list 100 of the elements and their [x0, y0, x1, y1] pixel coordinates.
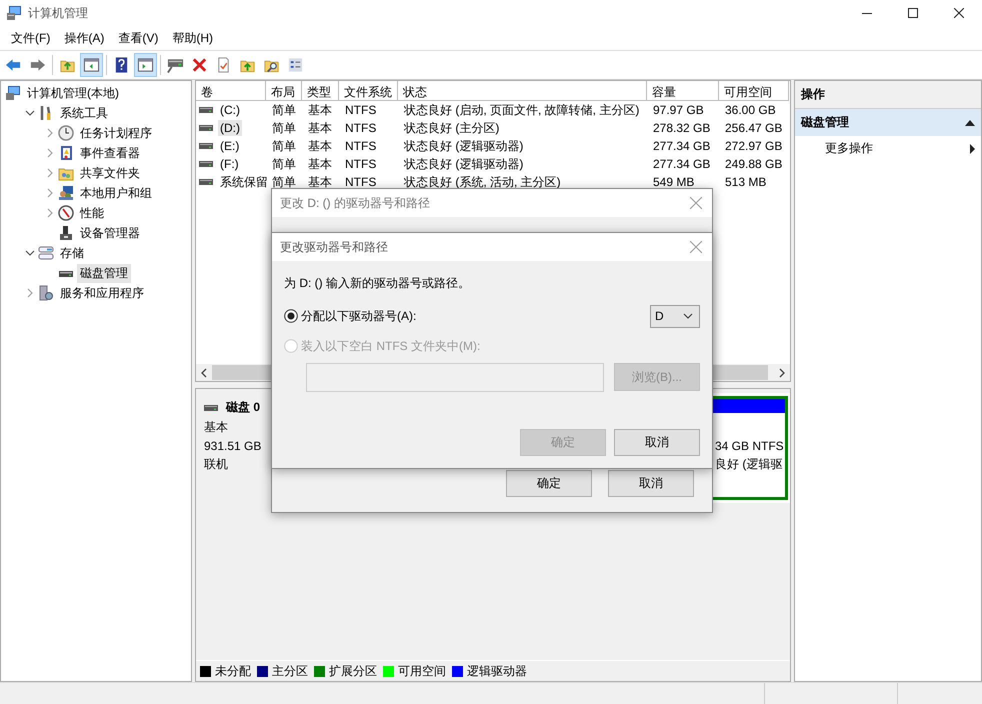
partition-text: 良好 (逻辑驱 [715, 456, 784, 473]
dialog-title: 更改驱动器号和路径 [280, 238, 388, 256]
tree-item[interactable]: 服务和应用程序 [1, 283, 191, 303]
submenu-arrow-icon [970, 144, 975, 154]
cancel-button[interactable]: 取消 [608, 470, 694, 497]
scroll-right-icon[interactable] [778, 368, 786, 378]
radio-option[interactable]: 分配以下驱动器号(A): [284, 308, 416, 324]
panel-button[interactable] [134, 53, 157, 77]
table-cell: 256.47 GB [725, 121, 782, 135]
menu-item[interactable]: 操作(A) [57, 28, 112, 48]
table-cell: 36.00 GB [725, 103, 776, 117]
table-cell: NTFS [345, 139, 376, 153]
chevron-down-icon [683, 313, 693, 319]
chevron-down-icon[interactable] [25, 108, 35, 118]
table-cell: 97.97 GB [653, 103, 704, 117]
panel-icon [137, 56, 154, 74]
table-cell: 基本 [308, 120, 332, 136]
ok-button[interactable]: 确定 [506, 470, 592, 497]
drive-letter-dropdown[interactable]: D [650, 304, 700, 328]
table-cell: 状态良好 (系统, 活动, 主分区) [404, 174, 561, 190]
table-cell: 278.32 GB [653, 121, 710, 135]
maximize-icon[interactable] [908, 8, 918, 18]
tree-item[interactable]: 本地用户和组 [1, 183, 191, 203]
actions-section[interactable]: 磁盘管理 [795, 109, 981, 136]
table-cell: 549 MB [653, 175, 694, 189]
drive-icon [204, 404, 218, 410]
storage-icon [38, 245, 54, 261]
table-cell: 249.88 GB [725, 157, 782, 171]
drive-icon [199, 179, 213, 185]
table-cell: NTFS [345, 175, 376, 189]
prompt-text: 为 D: () 输入新的驱动器号或路径。 [284, 275, 471, 292]
table-cell: 简单 [272, 102, 296, 118]
menu-item[interactable]: 帮助(H) [165, 28, 220, 48]
table-cell: 272.97 GB [725, 139, 782, 153]
legend-label: 扩展分区 [329, 662, 377, 680]
table-cell: 状态良好 (主分区) [404, 120, 500, 136]
column-header[interactable]: 卷 [196, 81, 266, 101]
table-cell: NTFS [345, 121, 376, 135]
computer-icon [5, 85, 21, 101]
partition-text: 34 GB NTFS [715, 439, 785, 453]
tree-item[interactable]: 性能 [1, 203, 191, 223]
chevron-down-icon[interactable] [25, 248, 35, 258]
table-cell: NTFS [345, 103, 376, 117]
action-item[interactable]: 更多操作 [795, 136, 981, 161]
column-header[interactable]: 可用空间 [719, 81, 789, 101]
volume-cell[interactable]: (D:) [218, 120, 242, 136]
close-icon[interactable] [954, 8, 964, 18]
menu-item[interactable]: 查看(V) [111, 28, 166, 48]
column-header[interactable]: 文件系统 [339, 81, 398, 101]
disk-size: 931.51 GB [204, 439, 262, 453]
volume-cell[interactable]: 系统保留 [218, 172, 270, 192]
column-header[interactable]: 状态 [398, 81, 647, 101]
tree-item[interactable]: 设备管理器 [1, 223, 191, 243]
table-cell: 277.34 GB [653, 139, 710, 153]
disk-name: 磁盘 0 [226, 399, 260, 416]
tree-item[interactable]: 任务计划程序 [1, 123, 191, 143]
volume-cell[interactable]: (E:) [218, 138, 242, 154]
column-header[interactable]: 布局 [266, 81, 302, 101]
tree-item[interactable]: 存储 [1, 243, 191, 263]
gauge-icon [58, 205, 74, 221]
table-cell: 简单 [272, 138, 296, 154]
volume-cell[interactable]: (F:) [218, 156, 241, 172]
disk-status: 联机 [204, 456, 229, 473]
checklist-icon [287, 56, 304, 74]
panel-icon [83, 56, 100, 74]
menu-item[interactable]: 文件(F) [4, 28, 58, 48]
server-icon [38, 285, 54, 301]
cancel-button[interactable]: 取消 [614, 429, 700, 456]
legend-label: 可用空间 [398, 662, 446, 680]
table-cell: 简单 [272, 120, 296, 136]
scroll-left-icon[interactable] [200, 368, 208, 378]
volume-cell[interactable]: (C:) [218, 102, 242, 118]
chevron-right-icon[interactable] [25, 288, 35, 298]
legend-label: 未分配 [215, 662, 251, 680]
radio-icon[interactable] [284, 309, 298, 323]
collapse-up-icon[interactable] [965, 120, 975, 126]
column-header[interactable]: 类型 [302, 81, 339, 101]
tree-item[interactable]: 事件查看器 [1, 143, 191, 163]
table-cell: 简单 [272, 156, 296, 172]
delete-icon [191, 56, 208, 74]
table-cell: 基本 [308, 102, 332, 118]
help-icon [113, 56, 130, 74]
table-cell: 简单 [272, 174, 296, 190]
tree-item[interactable]: 系统工具 [1, 103, 191, 123]
panel-button[interactable] [80, 53, 103, 77]
tree-item[interactable]: 计算机管理(本地) [1, 83, 191, 103]
tree-item[interactable]: 共享文件夹 [1, 163, 191, 183]
tree-item[interactable]: 磁盘管理 [1, 263, 191, 283]
device-icon [58, 225, 74, 241]
table-cell: 基本 [308, 156, 332, 172]
table-cell: 状态良好 (逻辑驱动器) [404, 156, 524, 172]
dialog-title: 更改 D: () 的驱动器号和路径 [280, 194, 430, 212]
table-cell: 基本 [308, 138, 332, 154]
legend-label: 逻辑驱动器 [467, 662, 527, 680]
column-header[interactable]: 容量 [647, 81, 719, 101]
table-cell: 状态良好 (启动, 页面文件, 故障转储, 主分区) [404, 102, 640, 118]
users-icon [58, 185, 74, 201]
table-cell: 基本 [308, 174, 332, 190]
computer-icon [6, 5, 22, 21]
drive-icon [199, 125, 213, 131]
